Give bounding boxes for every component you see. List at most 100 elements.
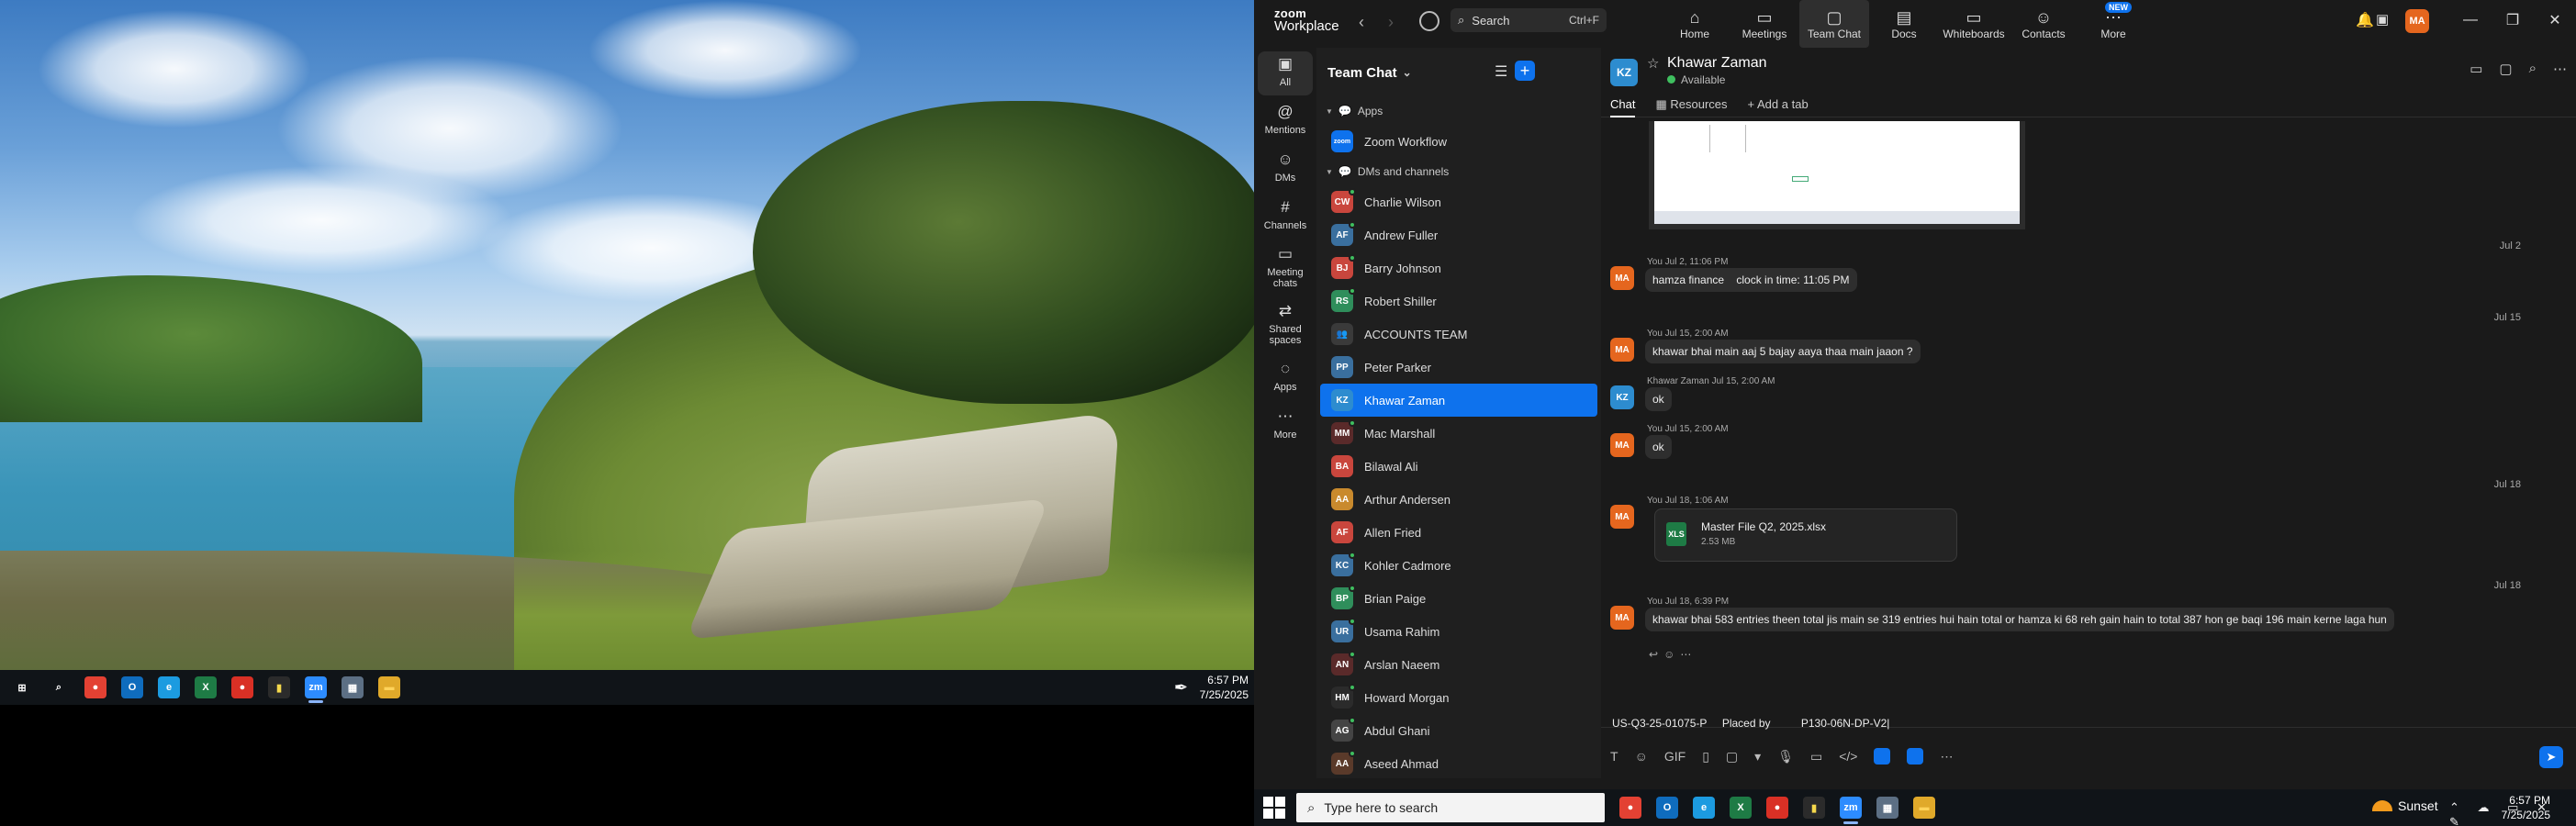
zoom-taskbar-button[interactable]: zm bbox=[1832, 789, 1869, 826]
edge-taskbar-button[interactable]: e bbox=[151, 670, 187, 705]
windows-start-taskbar-button[interactable]: ⊞ bbox=[4, 670, 40, 705]
calculator-taskbar-button[interactable]: ▦ bbox=[334, 670, 371, 705]
filter-icon[interactable]: ☰ bbox=[1495, 62, 1507, 81]
file-attachment[interactable]: XLS Master File Q2, 2025.xlsx 2.53 MB bbox=[1654, 508, 1957, 562]
section-apps[interactable]: ▼ 💬 Apps bbox=[1316, 97, 1601, 125]
nav-contacts[interactable]: ☺ Contacts bbox=[2009, 0, 2078, 48]
calculator-taskbar-button[interactable]: ▦ bbox=[1869, 789, 1906, 826]
composer-tool-icon[interactable]: ▾ bbox=[1754, 749, 1761, 765]
list-item[interactable]: 👥 ACCOUNTS TEAM bbox=[1320, 318, 1597, 351]
composer-tool-icon[interactable]: </> bbox=[1839, 749, 1857, 764]
app-shortcut-icon[interactable] bbox=[1907, 748, 1924, 765]
video-icon[interactable]: ▭ bbox=[2470, 61, 2482, 77]
message-input[interactable]: US-Q3-25-01075-P Placed by P130-06N-DP-V… bbox=[1612, 717, 1889, 730]
rail-more[interactable]: ⋯ More bbox=[1258, 404, 1313, 448]
panel-icon[interactable]: ▣ bbox=[2376, 11, 2389, 28]
tab-resources[interactable]: ▦ Resources bbox=[1655, 97, 1727, 117]
chat-title[interactable]: Khawar Zaman bbox=[1667, 55, 1767, 72]
close-icon[interactable]: ✕ bbox=[2534, 11, 2576, 29]
list-item[interactable]: RS Robert Shiller bbox=[1320, 285, 1597, 318]
more-icon[interactable]: ⋯ bbox=[2553, 61, 2567, 77]
nav-docs[interactable]: ▤ Docs bbox=[1869, 0, 1939, 48]
minimize-icon[interactable]: — bbox=[2449, 12, 2492, 28]
avatar[interactable]: MA bbox=[2405, 9, 2429, 33]
list-item[interactable]: HM Howard Morgan bbox=[1320, 681, 1597, 714]
forward-arrow-icon[interactable]: › bbox=[1388, 13, 1394, 32]
excel-taskbar-button[interactable]: X bbox=[1722, 789, 1759, 826]
list-item[interactable]: BJ Barry Johnson bbox=[1320, 251, 1597, 285]
rail-meeting-chats[interactable]: ▭ Meeting chats bbox=[1258, 242, 1313, 296]
file-explorer-taskbar-button[interactable]: ▬ bbox=[371, 670, 408, 705]
list-item[interactable]: BA Bilawal Ali bbox=[1320, 450, 1597, 483]
send-button[interactable]: ➤ bbox=[2539, 746, 2563, 768]
composer-tool-icon[interactable]: ☺ bbox=[1635, 749, 1648, 764]
list-item[interactable]: UR Usama Rahim bbox=[1320, 615, 1597, 648]
chrome-profile-taskbar-button[interactable]: ● bbox=[224, 670, 261, 705]
composer-tool-icon[interactable]: GIF bbox=[1664, 749, 1686, 764]
star-icon[interactable]: ☆ bbox=[1647, 55, 1659, 72]
nav-team-chat[interactable]: ▢ Team Chat bbox=[1799, 0, 1869, 48]
back-arrow-icon[interactable]: ‹ bbox=[1359, 13, 1364, 32]
list-item-zoom-workflow[interactable]: zoom Zoom Workflow bbox=[1320, 125, 1597, 158]
search-taskbar-button[interactable]: ⌕ bbox=[40, 670, 77, 705]
list-item[interactable]: KC Kohler Cadmore bbox=[1320, 549, 1597, 582]
excel-taskbar-button[interactable]: X bbox=[187, 670, 224, 705]
taskbar-search-input[interactable]: ⌕ Type here to search bbox=[1296, 793, 1605, 822]
composer-tool-icon[interactable]: T bbox=[1610, 749, 1618, 764]
more-icon[interactable]: ⋯ bbox=[1680, 648, 1697, 661]
rail-apps[interactable]: ◌ Apps bbox=[1258, 356, 1313, 400]
chrome-taskbar-button[interactable]: ● bbox=[77, 670, 114, 705]
clock[interactable]: 6:57 PM 7/25/2025 bbox=[2502, 793, 2550, 822]
composer-tool-icon[interactable]: ▢ bbox=[1726, 749, 1738, 765]
list-item[interactable]: KZ Khawar Zaman bbox=[1320, 384, 1597, 417]
outlook-taskbar-button[interactable]: O bbox=[1649, 789, 1686, 826]
chrome-profile-taskbar-button[interactable]: ● bbox=[1759, 789, 1796, 826]
bell-icon[interactable]: 🔔 bbox=[2356, 11, 2374, 29]
list-item[interactable]: AF Allen Fried bbox=[1320, 516, 1597, 549]
outlook-taskbar-button[interactable]: O bbox=[114, 670, 151, 705]
app-shortcut-icon[interactable] bbox=[1874, 748, 1891, 765]
rail-mentions[interactable]: @ Mentions bbox=[1258, 99, 1313, 143]
maximize-icon[interactable]: ❐ bbox=[2492, 11, 2534, 29]
sticky-notes-taskbar-button[interactable]: ▮ bbox=[261, 670, 297, 705]
composer-tool-icon[interactable]: 🎙 bbox=[1777, 749, 1794, 765]
more-icon[interactable]: ⋯ bbox=[1940, 749, 1953, 765]
list-item[interactable]: AA Arthur Andersen bbox=[1320, 483, 1597, 516]
reply-icon[interactable]: ↩ bbox=[1649, 648, 1663, 661]
rail-dms[interactable]: ☺ DMs bbox=[1258, 147, 1313, 191]
pen-icon[interactable]: ✒ bbox=[1174, 678, 1188, 698]
rail-channels[interactable]: # Channels bbox=[1258, 195, 1313, 239]
zoom-taskbar-button[interactable]: zm bbox=[297, 670, 334, 705]
image-attachment[interactable] bbox=[1649, 121, 2025, 229]
list-item[interactable]: AF Andrew Fuller bbox=[1320, 218, 1597, 251]
list-item[interactable]: AG Abdul Ghani bbox=[1320, 714, 1597, 747]
edge-taskbar-button[interactable]: e bbox=[1686, 789, 1722, 826]
avatar[interactable]: KZ bbox=[1610, 59, 1638, 86]
list-item[interactable]: MM Mac Marshall bbox=[1320, 417, 1597, 450]
nav-home[interactable]: ⌂ Home bbox=[1660, 0, 1730, 48]
search-input[interactable]: ⌕ Search Ctrl+F bbox=[1450, 8, 1607, 32]
search-icon[interactable]: ⌕ bbox=[2529, 61, 2537, 77]
windows-start-icon[interactable] bbox=[1263, 797, 1285, 819]
list-item[interactable]: CW Charlie Wilson bbox=[1320, 185, 1597, 218]
chrome-taskbar-button[interactable]: ● bbox=[1612, 789, 1649, 826]
rail-shared-spaces[interactable]: ⇄ Shared spaces bbox=[1258, 299, 1313, 352]
list-item[interactable]: PP Peter Parker bbox=[1320, 351, 1597, 384]
composer-tool-icon[interactable]: ▯ bbox=[1702, 749, 1709, 765]
rail-all[interactable]: ▣ All bbox=[1258, 51, 1313, 95]
nav-whiteboards[interactable]: ▭ Whiteboards bbox=[1939, 0, 2009, 48]
tab-chat[interactable]: Chat bbox=[1610, 97, 1636, 117]
sticky-notes-taskbar-button[interactable]: ▮ bbox=[1796, 789, 1832, 826]
emoji-icon[interactable]: ☺ bbox=[1663, 648, 1680, 661]
tab-add[interactable]: + Add a tab bbox=[1748, 97, 1809, 117]
list-item[interactable]: AN Arslan Naeem bbox=[1320, 648, 1597, 681]
section-dms[interactable]: ▼ 💬 DMs and channels bbox=[1316, 158, 1601, 185]
nav-meetings[interactable]: ▭ Meetings bbox=[1730, 0, 1799, 48]
screen-share-icon[interactable]: ▢ bbox=[2499, 61, 2512, 77]
composer-tool-icon[interactable]: ▭ bbox=[1810, 749, 1822, 765]
file-explorer-taskbar-button[interactable]: ▬ bbox=[1906, 789, 1943, 826]
new-chat-button[interactable]: + bbox=[1515, 61, 1535, 81]
clock[interactable]: 6:57 PM 7/25/2025 bbox=[1200, 670, 1249, 705]
history-icon[interactable] bbox=[1419, 11, 1439, 31]
list-item[interactable]: BP Brian Paige bbox=[1320, 582, 1597, 615]
